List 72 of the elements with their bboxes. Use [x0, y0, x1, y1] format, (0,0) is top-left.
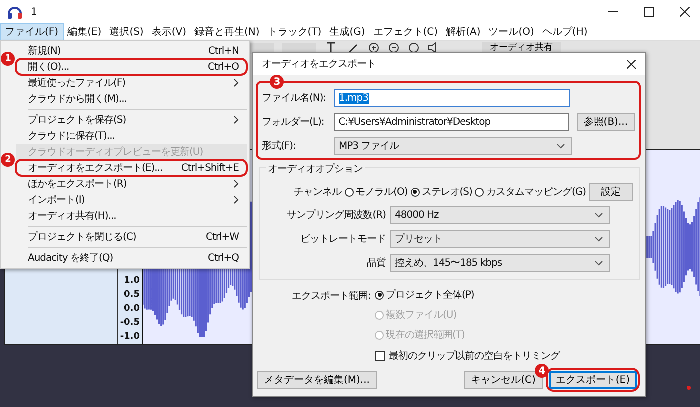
step-number-badge: 2 [1, 153, 15, 167]
menu-item[interactable]: クラウドに保存(T)... [16, 128, 247, 144]
field-label: 品質 [366, 256, 386, 270]
radio-button[interactable]: プロジェクト全体(P) [375, 288, 474, 302]
menu-bar-item[interactable]: ツール(O) [484, 24, 538, 40]
close-icon[interactable] [680, 7, 690, 17]
dropdown[interactable]: プリセット [390, 230, 610, 248]
menu-item[interactable]: プロジェクトを閉じる(C) Ctrl+W [16, 229, 247, 245]
file-name-field[interactable]: 1.mp3 [334, 89, 570, 107]
step-number-badge: 4 [534, 364, 549, 378]
radio-button[interactable]: ステレオ(S) [410, 185, 472, 199]
chevron-down-icon [595, 236, 603, 242]
dialog-title: オーディオをエクスポート [262, 58, 376, 71]
menu-bar-item[interactable]: ファイル(F) [0, 23, 64, 41]
settings-button[interactable]: 設定 [589, 183, 633, 201]
dropdown[interactable]: 48000 Hz [390, 206, 610, 224]
dialog-button[interactable]: メタデータを編集(M)... [257, 371, 377, 389]
amplitude-tick-label: 0.0 [124, 303, 140, 316]
amplitude-tick-label: 1.0 [124, 275, 140, 288]
zoom-out-icon[interactable] [388, 42, 400, 54]
field-label: サンプリング周波数(R) [286, 208, 386, 222]
menu-bar-item[interactable]: 生成(G) [326, 24, 370, 40]
group-title: オーディオオプション [266, 162, 365, 176]
text-cursor-icon[interactable] [324, 42, 338, 54]
field-label: エクスポート範囲: [291, 290, 371, 304]
menu-bar-item[interactable]: ヘルプ(H) [538, 24, 592, 40]
menu-item[interactable]: オーディオをエクスポート(E)... Ctrl+Shift+E [16, 160, 247, 176]
close-icon[interactable] [627, 60, 636, 68]
browse-button[interactable]: 参照(B)... [576, 113, 635, 131]
field-label: チャンネル [294, 186, 342, 199]
chevron-down-icon [595, 260, 603, 266]
amplitude-tick-label: 0.5 [124, 289, 140, 302]
radio-button[interactable]: カスタムマッピング(G) [475, 185, 586, 199]
field-label: 形式(F): [262, 140, 297, 153]
maximize-icon[interactable] [644, 7, 654, 17]
menu-bar-item[interactable]: トラック(T) [264, 24, 326, 40]
menu-bar-item[interactable]: 録音と再生(N) [190, 24, 264, 40]
menu-bar-item[interactable]: エフェクト(C) [369, 24, 442, 40]
field-label: ファイル名(N): [262, 92, 328, 105]
field-label: ビットレートモード [300, 233, 386, 246]
menu-bar-item[interactable]: 編集(E) [64, 24, 106, 40]
menu-bar-item[interactable]: 表示(V) [148, 24, 190, 40]
status-dot [687, 386, 691, 390]
amplitude-tick-label: -0.5 [120, 317, 140, 330]
menu-item[interactable]: Audacity を終了(Q) Ctrl+Q [16, 250, 247, 266]
window-title: 1 [31, 6, 38, 18]
dropdown[interactable]: 控えめ、145〜185 kbps [390, 254, 610, 272]
menu-item[interactable]: 最近使ったファイル(F) [16, 75, 247, 91]
zoom-fit-icon[interactable] [408, 42, 420, 54]
menu-bar-item[interactable]: 解析(A) [442, 24, 485, 40]
dialog-button[interactable]: エクスポート(E) [548, 371, 637, 389]
menu-item[interactable]: 新規(N) Ctrl+N [16, 43, 247, 59]
menu-item[interactable]: 開く(O)... Ctrl+O [16, 59, 247, 75]
pencil-icon[interactable] [346, 42, 360, 54]
menu-item[interactable]: オーディオ共有(H)... [16, 208, 247, 224]
format-dropdown[interactable]: MP3 ファイル [334, 137, 572, 155]
chevron-down-icon [595, 212, 603, 218]
chevron-down-icon [557, 144, 565, 148]
zoom-in-icon[interactable] [368, 42, 380, 54]
amplitude-tick-label: -1.0 [120, 331, 140, 344]
field-label: フォルダー(L): [262, 116, 326, 129]
menu-item[interactable]: インポート(I) [16, 192, 247, 208]
step-number-badge: 3 [270, 75, 284, 89]
menu-item[interactable]: クラウドから開く(M)... [16, 91, 247, 107]
folder-field[interactable]: C:¥Users¥Administrator¥Desktop [334, 113, 569, 131]
menu-bar-item[interactable]: 選択(S) [106, 24, 148, 40]
checkbox[interactable]: 最初のクリップ以前の空白をトリミング [375, 349, 645, 363]
step-number-badge: 1 [1, 52, 15, 66]
menu-item[interactable]: プロジェクトを保存(S) [16, 112, 247, 128]
headphones-icon [7, 5, 23, 19]
radio-button[interactable]: モノラル(O) [344, 185, 408, 199]
menu-item[interactable]: ほかをエクスポート(R) [16, 176, 247, 192]
